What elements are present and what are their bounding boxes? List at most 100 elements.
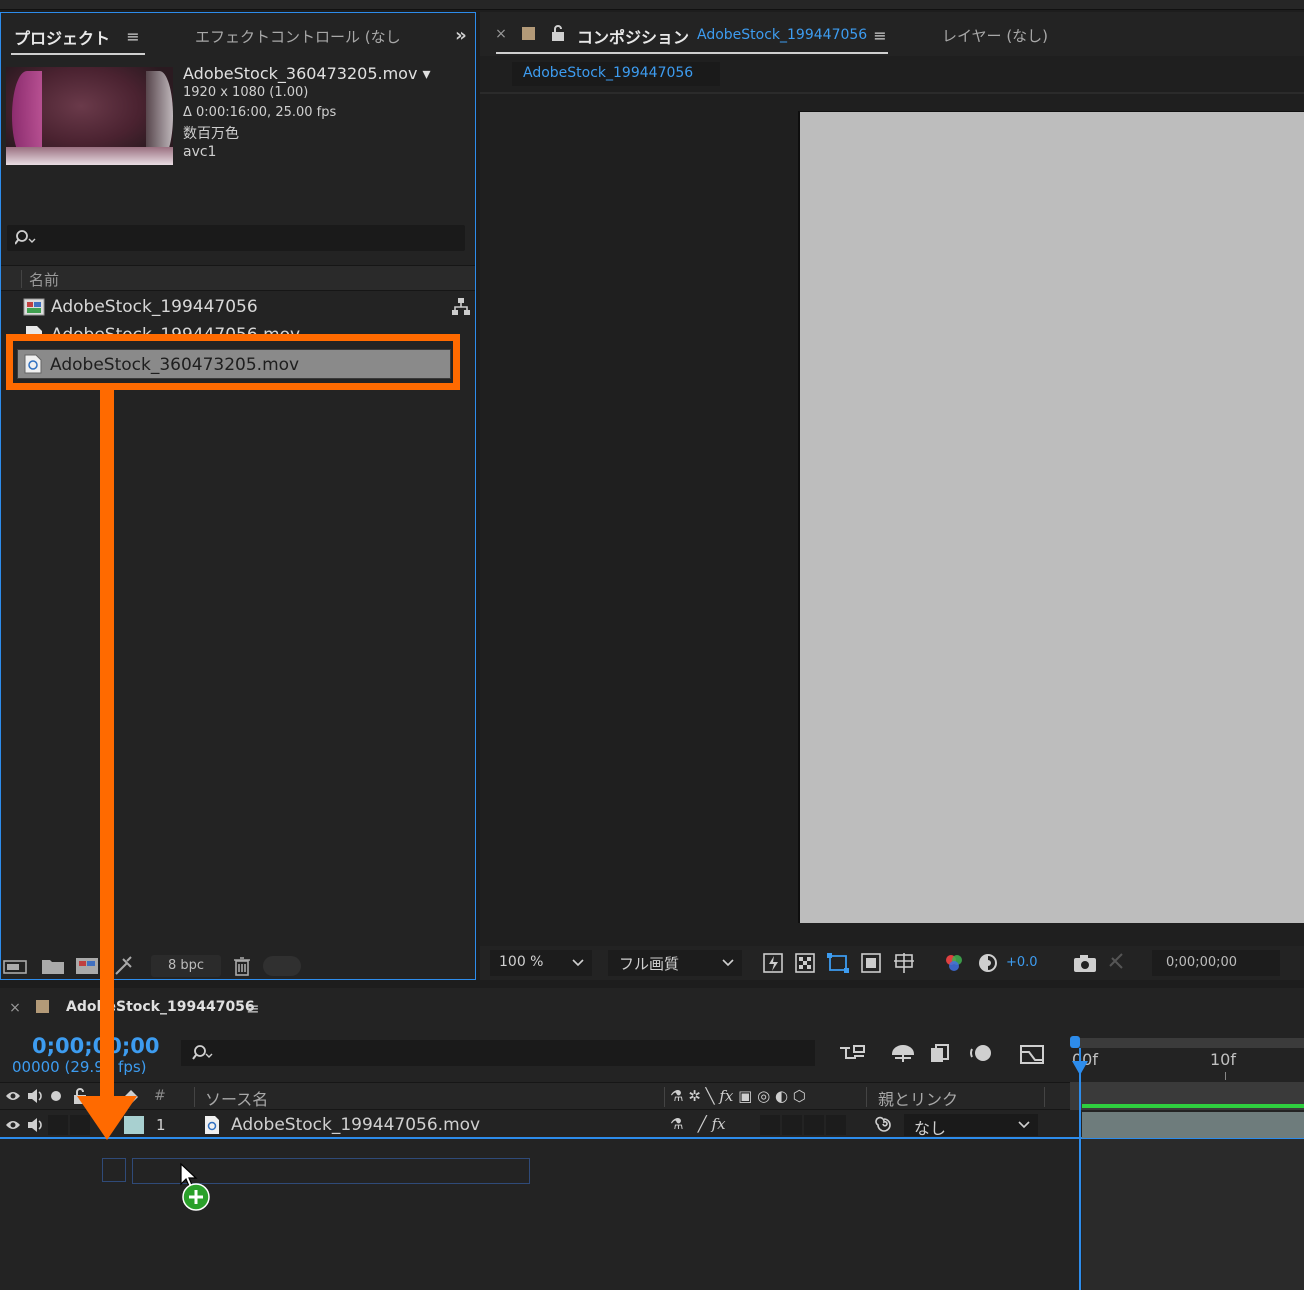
- chevron-down-icon: [570, 955, 586, 971]
- lock-icon[interactable]: [550, 24, 566, 42]
- search-icon: [191, 1044, 213, 1062]
- playhead-icon[interactable]: [1071, 1060, 1089, 1076]
- close-icon[interactable]: ×: [494, 26, 508, 42]
- project-bottom-bar: 8 bpc: [1, 953, 475, 979]
- close-icon[interactable]: ×: [8, 1000, 22, 1016]
- rgb-channel-icon[interactable]: [942, 951, 966, 975]
- annotation-highlight-box: [6, 334, 460, 390]
- safe-margins-icon[interactable]: [860, 952, 882, 974]
- trash-icon[interactable]: [231, 955, 253, 977]
- new-folder-icon[interactable]: [41, 957, 65, 975]
- transparency-grid-icon[interactable]: [794, 952, 816, 974]
- mask-path-icon[interactable]: [826, 952, 850, 974]
- audio-icon[interactable]: [26, 1117, 44, 1133]
- fast-preview-icon[interactable]: [762, 952, 784, 974]
- preview-duration: Δ 0:00:16:00, 25.00 fps: [183, 105, 337, 120]
- preview-codec: avc1: [183, 144, 217, 160]
- search-icon: [15, 229, 37, 247]
- parent-value: なし: [914, 1119, 947, 1138]
- column-number[interactable]: #: [154, 1088, 166, 1104]
- work-area-start-handle[interactable]: [1070, 1036, 1080, 1048]
- graph-editor-icon[interactable]: [1018, 1042, 1046, 1066]
- panel-menu-icon[interactable]: ≡: [123, 27, 143, 46]
- motion-blur-icon[interactable]: [968, 1042, 994, 1064]
- flowchart-icon[interactable]: [451, 297, 471, 317]
- tab-composition[interactable]: コンポジション: [577, 24, 689, 48]
- panel-menu-icon[interactable]: ≡: [243, 999, 263, 1018]
- composition-icon: [23, 298, 45, 316]
- eye-icon[interactable]: [5, 1089, 21, 1103]
- column-name[interactable]: 名前: [29, 269, 59, 290]
- ruler-mark-1: 10f: [1210, 1050, 1236, 1069]
- frame-blending-icon[interactable]: [928, 1042, 954, 1064]
- column-source-name[interactable]: ソース名: [205, 1086, 268, 1110]
- project-tabbar: プロジェクト ≡ エフェクトコントロール (なし »: [1, 13, 475, 57]
- grid-guides-icon[interactable]: [892, 951, 916, 975]
- thumbnail-slider[interactable]: [263, 956, 301, 976]
- eye-icon[interactable]: [5, 1118, 21, 1132]
- timeline-search-input[interactable]: [181, 1040, 815, 1066]
- draft-3d-icon[interactable]: [890, 1042, 916, 1064]
- layer-row[interactable]: 1 AdobeStock_199447056.mov ⚗ ╱ fx なし: [0, 1112, 1070, 1138]
- timeline-track-area: [1082, 1139, 1304, 1290]
- timeline-tab-name[interactable]: AdobeStock_199447056: [66, 999, 255, 1015]
- panel-overflow-icon[interactable]: »: [451, 25, 471, 46]
- comp-canvas[interactable]: [798, 111, 1304, 923]
- layer-switches[interactable]: ⚗ ╱ fx: [670, 1115, 726, 1133]
- reset-exposure-icon[interactable]: [976, 951, 1000, 975]
- show-snapshot-icon[interactable]: [1106, 950, 1130, 972]
- project-column-header: 名前: [1, 265, 475, 291]
- composition-panel: × コンポジション AdobeStock_199447056 ≡ レイヤー (な…: [480, 12, 1304, 980]
- layer-number: 1: [156, 1116, 166, 1134]
- add-copy-icon: [182, 1183, 210, 1211]
- panel-menu-icon[interactable]: ≡: [870, 26, 890, 45]
- quality-select[interactable]: フル画質: [608, 950, 742, 976]
- time-ruler[interactable]: 00f 10f: [1070, 1036, 1304, 1080]
- layer-name[interactable]: AdobeStock_199447056.mov: [231, 1115, 480, 1135]
- tab-underline: [11, 53, 145, 55]
- tab-project[interactable]: プロジェクト: [14, 25, 110, 49]
- bpc-label: 8 bpc: [168, 958, 205, 973]
- camera-icon[interactable]: [1072, 952, 1098, 974]
- comp-subtab-divider: [480, 92, 1304, 94]
- chevron-down-icon: [1016, 1118, 1032, 1132]
- comp-timecode-field[interactable]: 0;00;00;00: [1152, 950, 1280, 976]
- parent-select[interactable]: なし: [904, 1114, 1038, 1138]
- current-time-indicator[interactable]: [1079, 1048, 1081, 1290]
- work-area-bar[interactable]: [1074, 1038, 1304, 1048]
- timeline-timecode[interactable]: 0;00;00;00: [32, 1034, 159, 1058]
- solo-switch[interactable]: [48, 1115, 68, 1135]
- timeline-panel: × AdobeStock_199447056 ≡ 0;00;00;00 0000…: [0, 988, 1304, 1290]
- zoom-value: 100 %: [499, 954, 544, 970]
- exposure-value[interactable]: +0.0: [1006, 955, 1038, 970]
- solo-icon[interactable]: [50, 1090, 62, 1102]
- comp-subtab[interactable]: AdobeStock_199447056: [512, 62, 720, 86]
- comp-bottom-bar: 100 % フル画質 +0.0 0;00;00;00: [480, 946, 1304, 980]
- column-parent[interactable]: 親とリンク: [878, 1086, 958, 1110]
- pickwhip-icon[interactable]: [874, 1116, 894, 1134]
- quality-value: フル画質: [619, 955, 680, 973]
- audio-icon[interactable]: [26, 1088, 44, 1104]
- tab-effect-controls[interactable]: エフェクトコントロール (なし: [195, 26, 401, 47]
- drop-placeholder-swatch: [102, 1158, 126, 1182]
- zoom-select[interactable]: 100 %: [490, 950, 592, 976]
- timeline-fps: 00000 (29.97 fps): [12, 1058, 147, 1076]
- footage-icon: [204, 1115, 220, 1135]
- footage-thumbnail: [6, 67, 173, 165]
- tab-composition-name[interactable]: AdobeStock_199447056: [697, 27, 867, 43]
- top-toolbar: [0, 0, 1304, 10]
- preview-filename[interactable]: AdobeStock_360473205.mov ▾: [183, 64, 431, 83]
- tab-layer[interactable]: レイヤー (なし): [942, 25, 1048, 46]
- bpc-button[interactable]: 8 bpc: [151, 955, 221, 977]
- layer-duration-bar[interactable]: [1082, 1104, 1304, 1138]
- comp-flowchart-icon[interactable]: [838, 1042, 866, 1064]
- new-composition-icon[interactable]: [75, 957, 101, 975]
- project-search-input[interactable]: [7, 225, 465, 251]
- interpret-footage-icon[interactable]: [3, 957, 29, 975]
- project-item-composition[interactable]: AdobeStock_199447056: [1, 293, 475, 321]
- timeline-label-swatch: [36, 1000, 49, 1013]
- adjust-icon[interactable]: [113, 955, 137, 977]
- comp-timecode: 0;00;00;00: [1166, 955, 1238, 970]
- preview-resolution: 1920 x 1080 (1.00): [183, 85, 309, 100]
- arrow-down-icon: [77, 1096, 137, 1140]
